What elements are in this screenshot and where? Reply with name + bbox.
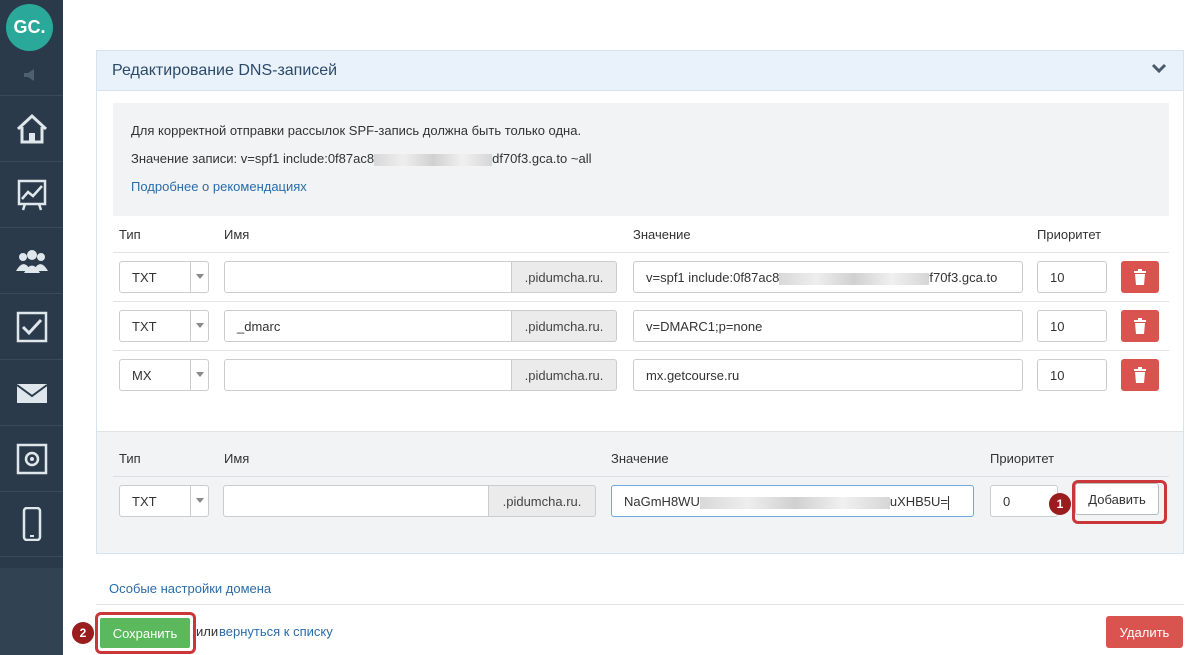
type-value: TXT <box>132 270 157 285</box>
value-input[interactable]: v=spf1 include:0f87ac8 f70f3.gca.to <box>633 261 1023 293</box>
value-suffix: uXHB5U= <box>889 494 949 509</box>
value-prefix: NaGmH8WU <box>624 494 700 509</box>
dropdown-arrow-icon <box>190 360 208 390</box>
dropdown-arrow-icon <box>190 486 208 516</box>
spf-value-prefix: Значение записи: v=spf1 include:0f87ac8 <box>131 151 375 166</box>
highlight-add <box>1072 480 1167 524</box>
domain-suffix: .pidumcha.ru. <box>512 310 617 342</box>
name-input[interactable] <box>224 359 512 391</box>
sidebar: GC. <box>0 0 63 655</box>
col-priority: Приоритет <box>1037 227 1102 242</box>
type-value: MX <box>132 368 152 383</box>
type-value: TXT <box>132 319 157 334</box>
sidebar-footer <box>0 568 63 655</box>
type-select[interactable]: TXT <box>119 261 209 293</box>
chart-icon <box>17 179 46 210</box>
priority-input[interactable]: 10 <box>1037 310 1107 342</box>
value-prefix: v=spf1 include:0f87ac8 <box>646 270 780 285</box>
name-input[interactable]: _dmarc <box>224 310 512 342</box>
col-value: Значение <box>611 451 669 466</box>
col-type: Тип <box>119 451 141 466</box>
name-input[interactable] <box>224 261 512 293</box>
spf-value-suffix: df70f3.gca.to ~all <box>492 151 592 166</box>
nav-settings[interactable] <box>0 425 63 491</box>
nav-stats[interactable] <box>0 161 63 227</box>
divider <box>96 604 1184 605</box>
new-priority-input[interactable]: 0 <box>990 485 1058 517</box>
type-select[interactable]: TXT <box>119 310 209 342</box>
spf-value-text: Значение записи: v=spf1 include:0f87ac8 d… <box>131 151 1151 179</box>
trash-icon <box>1134 367 1146 383</box>
type-value: TXT <box>132 494 157 509</box>
dropdown-arrow-icon <box>190 262 208 292</box>
mail-icon <box>15 383 48 403</box>
delete-record-button[interactable] <box>1121 359 1159 391</box>
nav-mobile[interactable] <box>0 491 63 557</box>
domain-suffix: .pidumcha.ru. <box>512 359 617 391</box>
nav-tasks[interactable] <box>0 293 63 359</box>
nav-home[interactable] <box>0 95 63 161</box>
priority-input[interactable]: 10 <box>1037 261 1107 293</box>
divider <box>113 301 1169 302</box>
nav-mail[interactable] <box>0 359 63 425</box>
step-badge-1: 1 <box>1049 493 1071 515</box>
new-name-input[interactable] <box>223 485 489 517</box>
domain-suffix: .pidumcha.ru. <box>512 261 617 293</box>
panel-header[interactable]: Редактирование DNS-записей <box>97 51 1183 91</box>
megaphone-icon[interactable] <box>22 68 40 82</box>
col-value: Значение <box>633 227 691 242</box>
back-to-list-link[interactable]: вернуться к списку <box>219 624 333 639</box>
domain-suffix: .pidumcha.ru. <box>489 485 596 517</box>
info-box: Для корректной отправки рассылок SPF-зап… <box>113 103 1169 216</box>
divider <box>113 350 1169 351</box>
value-input[interactable]: v=DMARC1;p=none <box>633 310 1023 342</box>
new-type-select[interactable]: TXT <box>119 485 209 517</box>
col-name: Имя <box>224 451 250 466</box>
delete-record-button[interactable] <box>1121 261 1159 293</box>
blurred-text <box>374 153 493 166</box>
text-cursor <box>948 495 950 510</box>
logo[interactable]: GC. <box>6 4 53 51</box>
chevron-down-icon[interactable] <box>1151 63 1167 75</box>
divider <box>113 476 1169 477</box>
blurred-text <box>779 272 930 285</box>
mobile-icon <box>22 507 41 541</box>
dropdown-arrow-icon <box>190 311 208 341</box>
delete-record-button[interactable] <box>1121 310 1159 342</box>
nav-users[interactable] <box>0 227 63 293</box>
value-suffix: f70f3.gca.to <box>929 270 998 285</box>
top-strip <box>63 0 1200 50</box>
users-icon <box>15 249 48 273</box>
panel-title: Редактирование DNS-записей <box>112 61 338 79</box>
info-text: Для корректной отправки рассылок SPF-зап… <box>131 123 582 138</box>
type-select[interactable]: MX <box>119 359 209 391</box>
safe-icon <box>16 443 47 474</box>
blurred-text <box>699 496 890 509</box>
trash-icon <box>1134 269 1146 285</box>
trash-icon <box>1134 318 1146 334</box>
or-text: или <box>196 624 219 639</box>
highlight-save <box>95 612 196 654</box>
divider <box>113 252 1169 253</box>
special-settings-link[interactable]: Особые настройки домена <box>109 581 271 596</box>
step-badge-2: 2 <box>72 622 94 644</box>
col-priority: Приоритет <box>990 451 1055 466</box>
delete-domain-button[interactable]: Удалить <box>1106 616 1183 648</box>
checkbox-icon <box>16 311 47 342</box>
priority-input[interactable]: 10 <box>1037 359 1107 391</box>
col-name: Имя <box>224 227 250 242</box>
col-type: Тип <box>119 227 141 242</box>
recommendations-link[interactable]: Подробнее о рекомендациях <box>131 179 1151 194</box>
new-value-input[interactable]: NaGmH8WU uXHB5U= <box>611 485 974 517</box>
home-icon <box>16 113 47 143</box>
value-input[interactable]: mx.getcourse.ru <box>633 359 1023 391</box>
dns-panel: Редактирование DNS-записей Для корректно… <box>96 50 1184 554</box>
